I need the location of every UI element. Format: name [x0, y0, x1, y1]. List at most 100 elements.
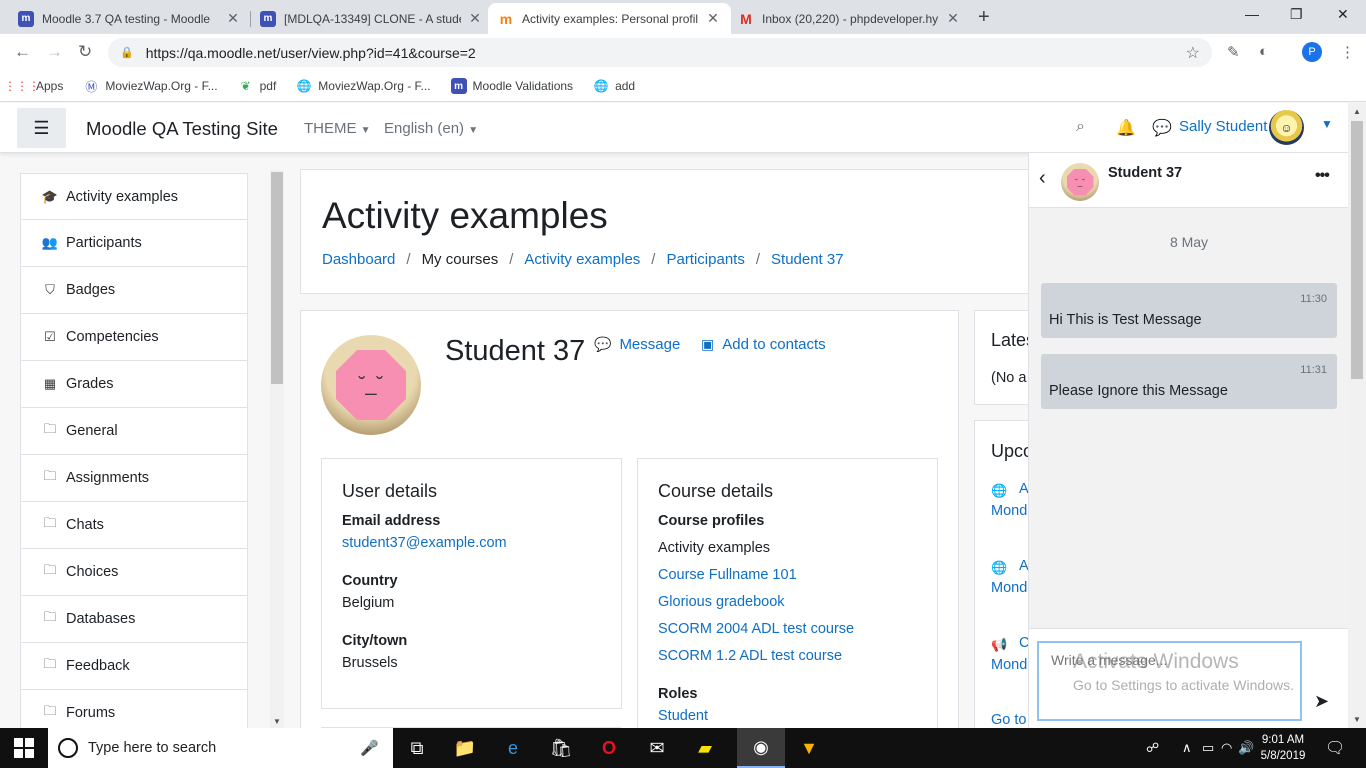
minimize-icon[interactable]: — [1245, 6, 1259, 22]
page-scrollbar[interactable]: ▲ ▼ [1348, 103, 1366, 728]
user-avatar[interactable]: ☺ [1269, 110, 1304, 145]
role-link[interactable]: Student [658, 708, 708, 724]
tray-chevron-icon[interactable]: ∧ [1182, 740, 1192, 756]
edge-icon[interactable]: e [489, 728, 537, 768]
browser-tab-1[interactable]: m Moodle 3.7 QA testing - Moodle ✕ [8, 3, 251, 34]
drawer-item-activity-examples[interactable]: 🎓 Activity examples [20, 173, 248, 220]
sublime-icon[interactable]: ▼ [785, 728, 833, 768]
new-tab-icon[interactable]: + [978, 6, 990, 29]
back-icon[interactable]: ← [14, 42, 31, 62]
back-chevron-icon[interactable]: ‹ [1039, 167, 1046, 190]
breadcrumb-dashboard[interactable]: Dashboard [322, 251, 395, 268]
message-link[interactable]: 💬 Message [594, 336, 680, 353]
forward-icon[interactable]: → [46, 42, 63, 62]
drawer-item-grades[interactable]: ▦ Grades [20, 361, 248, 408]
drawer-item-forums[interactable]: 🗀 Forums [20, 690, 248, 728]
bookmark-add[interactable]: 🌐 add [593, 78, 636, 94]
theme-dropdown[interactable]: THEME ▼ [304, 120, 371, 137]
drawer-item-participants[interactable]: 👥 Participants [20, 220, 248, 267]
breadcrumb-user[interactable]: Student 37 [771, 251, 844, 268]
store-icon[interactable]: 🛍 [537, 728, 585, 768]
send-icon[interactable]: ➤ [1314, 691, 1329, 712]
drawer-item-assignments[interactable]: 🗀 Assignments [20, 455, 248, 502]
breadcrumb-participants[interactable]: Participants [666, 251, 744, 268]
language-dropdown[interactable]: English (en) ▼ [384, 120, 478, 137]
caret-down-icon[interactable]: ▼ [1321, 117, 1333, 131]
mail-icon[interactable]: ✉ [633, 728, 681, 768]
course-profile-link[interactable]: SCORM 2004 ADL test course [658, 621, 854, 637]
more-options-icon[interactable]: ••• [1315, 167, 1330, 185]
drawer-item-choices[interactable]: 🗀 Choices [20, 549, 248, 596]
bookmark-moodle-validations[interactable]: m Moodle Validations [450, 78, 573, 94]
eyedropper-icon[interactable]: ✎ [1227, 43, 1240, 61]
browser-tab-2[interactable]: m [MDLQA-13349] CLONE - A stude ✕ [250, 3, 493, 34]
scrollbar-thumb[interactable] [1351, 121, 1363, 379]
scroll-down-arrow-icon[interactable]: ▼ [1353, 715, 1361, 724]
chat-bubble-icon[interactable]: 💬 [1152, 118, 1172, 138]
course-profile-link[interactable]: SCORM 1.2 ADL test course [658, 648, 842, 664]
event-date[interactable]: Mond [991, 580, 1027, 596]
go-to-calendar-link[interactable]: Go to [991, 712, 1026, 728]
notification-center-icon[interactable]: 🗨 [1325, 738, 1345, 758]
browser-tab-4[interactable]: M Inbox (20,220) - phpdeveloper.hy ✕ [728, 3, 971, 34]
event-date[interactable]: Mond [991, 503, 1027, 519]
taskbar-clock[interactable]: 9:01 AM 5/8/2019 [1253, 732, 1313, 764]
scroll-down-arrow-icon[interactable]: ▼ [273, 717, 281, 726]
close-tab-icon[interactable]: ✕ [467, 10, 483, 27]
page-title: Activity examples [322, 195, 608, 236]
event-date[interactable]: Mond [991, 657, 1027, 673]
bookmark-moviezwap-2[interactable]: 🌐 MoviezWap.Org - F... [296, 78, 431, 94]
browser-tab-3[interactable]: m Activity examples: Personal profil ✕ [488, 3, 731, 34]
task-view-icon[interactable]: ⧉ [393, 728, 441, 768]
file-explorer-icon[interactable]: 📁 [441, 728, 489, 768]
add-to-contacts-link[interactable]: ▣ Add to contacts [701, 336, 826, 353]
maximize-icon[interactable]: ❐ [1290, 6, 1303, 23]
bookmark-apps[interactable]: ⋮⋮⋮ Apps [4, 78, 63, 94]
scroll-up-arrow-icon[interactable]: ▲ [1353, 107, 1361, 116]
message-bubble[interactable]: 11:31 Please Ignore this Message [1041, 354, 1337, 409]
message-bubble[interactable]: 11:30 Hi This is Test Message [1041, 283, 1337, 338]
contact-avatar[interactable]: ˘_˘ [1061, 163, 1099, 201]
drawer-item-competencies[interactable]: ☑ Competencies [20, 314, 248, 361]
chrome-icon[interactable]: ◉ [737, 728, 785, 768]
address-bar[interactable]: 🔒 https://qa.moodle.net/user/view.php?id… [108, 38, 1212, 67]
chrome-menu-icon[interactable]: ⋮ [1340, 43, 1355, 61]
drawer-item-chats[interactable]: 🗀 Chats [20, 502, 248, 549]
reload-icon[interactable]: ↻ [78, 42, 92, 62]
people-icon[interactable]: ☍ [1146, 740, 1159, 756]
opera-icon[interactable]: O [585, 728, 633, 768]
drawer-scrollbar[interactable]: ▼ [270, 170, 284, 728]
taskbar-search[interactable]: Type here to search 🎤 [48, 728, 393, 768]
contact-name[interactable]: Student 37 [1108, 165, 1182, 181]
battery-icon[interactable]: ▭ [1202, 740, 1214, 756]
close-tab-icon[interactable]: ✕ [705, 10, 721, 27]
scrollbar-thumb[interactable] [271, 172, 283, 384]
close-window-icon[interactable]: ✕ [1337, 6, 1349, 23]
drawer-item-databases[interactable]: 🗀 Databases [20, 596, 248, 643]
sticky-notes-icon[interactable]: ▰ [681, 728, 729, 768]
drawer-item-general[interactable]: 🗀 General [20, 408, 248, 455]
close-tab-icon[interactable]: ✕ [945, 10, 961, 27]
bookmark-pdf[interactable]: ❦ pdf [238, 78, 277, 94]
email-link[interactable]: student37@example.com [342, 535, 507, 551]
hamburger-menu-icon[interactable]: ☰ [17, 108, 66, 148]
microphone-icon[interactable]: 🎤 [360, 739, 379, 757]
site-name[interactable]: Moodle QA Testing Site [86, 118, 278, 140]
extension-icon[interactable]: ◐ [1259, 43, 1268, 60]
volume-icon[interactable]: 🔊 [1238, 740, 1254, 756]
bell-icon[interactable]: 🔔 [1116, 118, 1136, 138]
breadcrumb-course[interactable]: Activity examples [524, 251, 640, 268]
windows-start-icon[interactable] [14, 738, 34, 758]
close-tab-icon[interactable]: ✕ [225, 10, 241, 27]
latest-block-text: (No a [991, 370, 1027, 386]
profile-avatar[interactable]: P [1302, 42, 1322, 62]
bookmark-star-icon[interactable]: ☆ [1186, 43, 1200, 63]
course-profile-link[interactable]: Glorious gradebook [658, 594, 785, 610]
course-profile-link[interactable]: Course Fullname 101 [658, 567, 797, 583]
drawer-item-feedback[interactable]: 🗀 Feedback [20, 643, 248, 690]
user-menu-name[interactable]: Sally Student [1179, 118, 1267, 135]
search-icon[interactable]: ⌕ [1076, 118, 1085, 136]
wifi-icon[interactable]: ◠ [1221, 740, 1232, 756]
bookmark-moviezwap-1[interactable]: Ⓜ MoviezWap.Org - F... [83, 78, 217, 94]
drawer-item-badges[interactable]: ⛉ Badges [20, 267, 248, 314]
